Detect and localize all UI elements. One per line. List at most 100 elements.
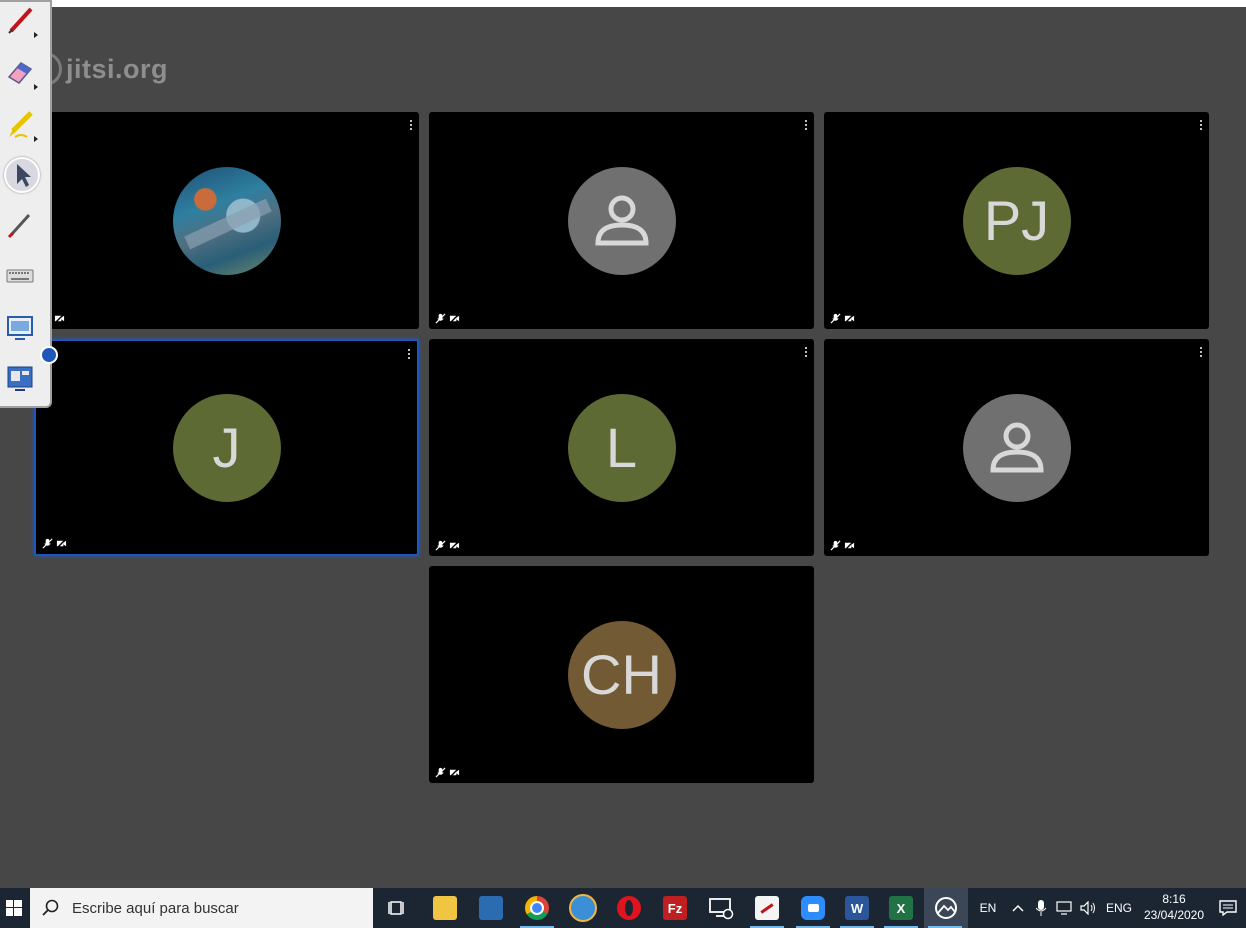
chevron-up-icon [1012, 904, 1024, 912]
avatar [567, 166, 676, 275]
microphone-icon [1036, 900, 1046, 916]
participant-tile-p2[interactable] [429, 112, 814, 329]
laser-pen-icon [7, 213, 31, 239]
task-view-button[interactable] [376, 888, 418, 928]
taskbar-app-file-explorer[interactable] [424, 888, 466, 928]
participant-tile-p6[interactable] [824, 339, 1209, 556]
network-icon [1056, 901, 1072, 915]
taskbar-app-word[interactable]: W [836, 888, 878, 928]
participant-tile-p1[interactable] [34, 112, 419, 329]
avatar: J [172, 393, 281, 502]
camera-muted-icon [56, 538, 67, 549]
taskbar-app-browser[interactable] [562, 888, 604, 928]
search-icon [42, 899, 59, 916]
participant-tile-p3[interactable]: PJ [824, 112, 1209, 329]
search-input[interactable] [70, 898, 364, 918]
avatar: L [567, 393, 676, 502]
start-button[interactable] [0, 888, 28, 928]
show-hidden-icons-button[interactable] [1008, 888, 1028, 928]
pointer-icon [17, 164, 31, 187]
tile-status-indicators [435, 313, 460, 324]
avatar [172, 166, 281, 275]
participant-tile-p5[interactable]: L [429, 339, 814, 556]
participant-tile-p4[interactable]: J [34, 339, 419, 556]
pen-tool[interactable] [4, 4, 36, 36]
participant-tile-p7[interactable]: CH [429, 566, 814, 783]
camera-muted-icon [844, 313, 855, 324]
microphone-tray-button[interactable] [1032, 888, 1050, 928]
eraser-tool[interactable] [4, 56, 36, 88]
tile-menu-icon[interactable] [1199, 120, 1203, 132]
input-language[interactable]: ENG [1104, 888, 1134, 928]
tile-menu-icon[interactable] [804, 347, 808, 359]
mic-muted-icon [435, 767, 446, 778]
remote-desktop-icon [709, 898, 734, 920]
tile-menu-icon[interactable] [409, 120, 413, 132]
camera-muted-icon [449, 767, 460, 778]
photos-icon [935, 897, 957, 919]
keyboard-icon [6, 269, 34, 283]
taskbar-app-chrome[interactable] [516, 888, 558, 928]
taskbar-search[interactable] [30, 888, 373, 928]
tile-status-indicators [830, 540, 855, 551]
clock-time: 8:16 [1162, 892, 1186, 906]
taskbar-app-zoom[interactable] [792, 888, 834, 928]
taskbar-app-filezilla[interactable]: Fz [654, 888, 696, 928]
tile-status-indicators [435, 540, 460, 551]
zoom-icon [801, 896, 825, 920]
filezilla-icon: Fz [663, 896, 687, 920]
taskbar-app-remote-desktop[interactable] [700, 888, 742, 928]
word-icon: W [845, 896, 869, 920]
taskbar-app-store[interactable] [470, 888, 512, 928]
windows-icon [6, 900, 22, 916]
chrome-icon [525, 896, 549, 920]
taskbar-app-excel[interactable]: X [880, 888, 922, 928]
pen-icon [8, 7, 33, 34]
screen-capture-tool[interactable] [4, 311, 36, 343]
camera-muted-icon [449, 313, 460, 324]
avatar [962, 393, 1071, 502]
browser-icon [569, 894, 597, 922]
default-user-icon [989, 422, 1044, 472]
volume-tray-button[interactable] [1078, 888, 1100, 928]
whiteboard-icon [755, 896, 779, 920]
opera-icon [617, 896, 641, 920]
tile-menu-icon[interactable] [407, 349, 411, 361]
store-icon [479, 896, 503, 920]
keyboard-tool[interactable] [4, 260, 36, 292]
taskbar-app-whiteboard[interactable] [746, 888, 788, 928]
highlighter-icon [9, 111, 33, 138]
display-switch-tool[interactable] [4, 362, 36, 394]
display-switch-icon [7, 366, 33, 391]
tile-menu-icon[interactable] [804, 120, 808, 132]
action-center-button[interactable] [1214, 888, 1242, 928]
camera-muted-icon [844, 540, 855, 551]
tile-menu-icon[interactable] [1199, 347, 1203, 359]
tile-status-indicators [42, 538, 67, 549]
camera-muted-icon [449, 540, 460, 551]
resize-handle[interactable] [40, 346, 58, 364]
taskbar-app-opera[interactable] [608, 888, 650, 928]
excel-icon: X [889, 896, 913, 920]
taskbar: Fz W X EN ENG 8:16 23/04/2020 [0, 888, 1246, 928]
input-language-short[interactable]: EN [976, 888, 1000, 928]
laser-pen-tool[interactable] [4, 208, 36, 240]
clock-date: 23/04/2020 [1143, 908, 1205, 922]
jitsi-logo-text: jitsi.org [66, 53, 169, 84]
screen-capture-icon [7, 316, 33, 340]
default-user-icon [594, 195, 649, 245]
network-tray-button[interactable] [1054, 888, 1076, 928]
tile-status-indicators [435, 767, 460, 778]
avatar: CH [567, 620, 676, 729]
camera-muted-icon [54, 313, 65, 324]
mic-muted-icon [435, 313, 446, 324]
top-border [0, 0, 1246, 7]
clock[interactable]: 8:16 23/04/2020 [1140, 888, 1208, 928]
eraser-icon [7, 62, 33, 84]
notifications-icon [1219, 900, 1237, 916]
pointer-tool[interactable] [4, 157, 40, 193]
taskbar-app-photos[interactable] [924, 888, 968, 928]
tile-status-indicators [830, 313, 855, 324]
volume-icon [1080, 901, 1095, 915]
highlighter-tool[interactable] [4, 108, 36, 140]
